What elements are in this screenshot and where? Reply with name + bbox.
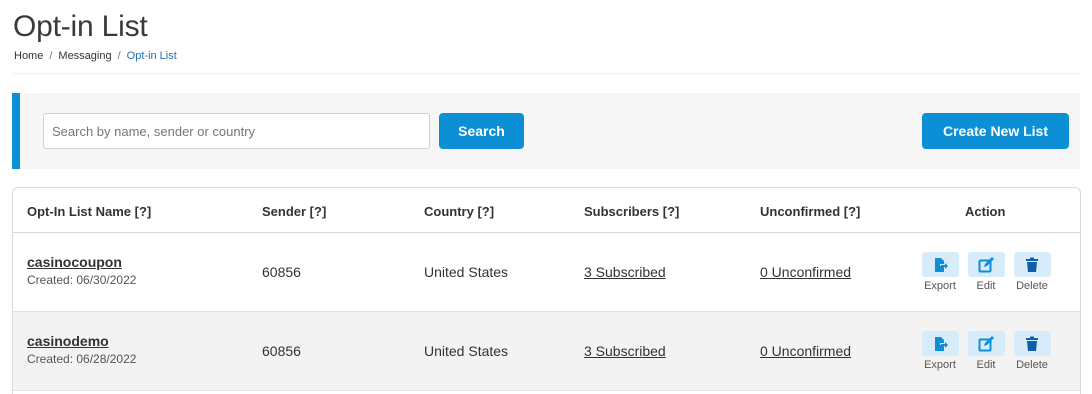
header-sender[interactable]: Sender [?] — [262, 204, 326, 219]
header-unconfirmed[interactable]: Unconfirmed [?] — [760, 204, 860, 219]
export-label: Export — [924, 359, 956, 371]
list-name-link[interactable]: casinocoupon — [27, 254, 136, 270]
breadcrumb-separator: / — [49, 50, 53, 62]
list-name-link[interactable]: casinodemo — [27, 333, 136, 349]
breadcrumb-separator: / — [117, 50, 121, 62]
search-panel: Search Create New List — [12, 93, 1080, 169]
create-new-list-button[interactable]: Create New List — [922, 113, 1069, 149]
trash-icon[interactable] — [1013, 252, 1051, 277]
table-header: Opt-In List Name [?] Sender [?] Country … — [13, 188, 1080, 233]
delete-label: Delete — [1016, 359, 1048, 371]
export-label: Export — [924, 280, 956, 292]
breadcrumb-current: Opt-in List — [126, 50, 177, 62]
header-country[interactable]: Country [?] — [424, 204, 494, 219]
unconfirmed-link[interactable]: 0 Unconfirmed — [760, 264, 851, 280]
country-cell: United States — [424, 264, 509, 280]
subscribers-link[interactable]: 3 Subscribed — [584, 264, 666, 280]
header-action: Action — [965, 204, 1006, 219]
edit-icon[interactable] — [967, 252, 1005, 277]
list-name-cell: casinodemo Created: 06/28/2022 — [27, 333, 136, 366]
trash-icon[interactable] — [1013, 331, 1051, 356]
delete-label: Delete — [1016, 280, 1048, 292]
created-date: Created: 06/28/2022 — [27, 352, 137, 366]
table-row: casinocoupon Created: 06/30/2022 60856 U… — [13, 233, 1080, 312]
edit-label: Edit — [976, 359, 996, 371]
search-input[interactable] — [43, 113, 430, 149]
search-button[interactable]: Search — [439, 113, 524, 149]
edit-icon[interactable] — [967, 331, 1005, 356]
header-subscribers[interactable]: Subscribers [?] — [584, 204, 679, 219]
sender-cell: 60856 — [262, 343, 301, 359]
edit-label: Edit — [976, 280, 996, 292]
export-icon[interactable] — [921, 331, 959, 356]
country-cell: United States — [424, 343, 509, 359]
breadcrumb: Home / Messaging / Opt-in List — [14, 50, 177, 62]
page-title: Opt-in List — [13, 10, 148, 43]
unconfirmed-link[interactable]: 0 Unconfirmed — [760, 343, 851, 359]
header-divider — [12, 73, 1080, 74]
export-action[interactable]: Export — [918, 252, 962, 292]
export-icon[interactable] — [921, 252, 959, 277]
export-action[interactable]: Export — [918, 331, 962, 371]
table-row: casinodemo Created: 06/28/2022 60856 Uni… — [13, 312, 1080, 391]
delete-action[interactable]: Delete — [1010, 252, 1054, 292]
edit-action[interactable]: Edit — [964, 252, 1008, 292]
delete-action[interactable]: Delete — [1010, 331, 1054, 371]
edit-action[interactable]: Edit — [964, 331, 1008, 371]
breadcrumb-messaging[interactable]: Messaging — [58, 50, 111, 62]
created-date: Created: 06/30/2022 — [27, 273, 137, 287]
subscribers-link[interactable]: 3 Subscribed — [584, 343, 666, 359]
list-name-cell: casinocoupon Created: 06/30/2022 — [27, 254, 136, 287]
sender-cell: 60856 — [262, 264, 301, 280]
header-name[interactable]: Opt-In List Name [?] — [27, 204, 151, 219]
breadcrumb-home[interactable]: Home — [14, 50, 43, 62]
opt-in-list-table: Opt-In List Name [?] Sender [?] Country … — [12, 187, 1081, 394]
